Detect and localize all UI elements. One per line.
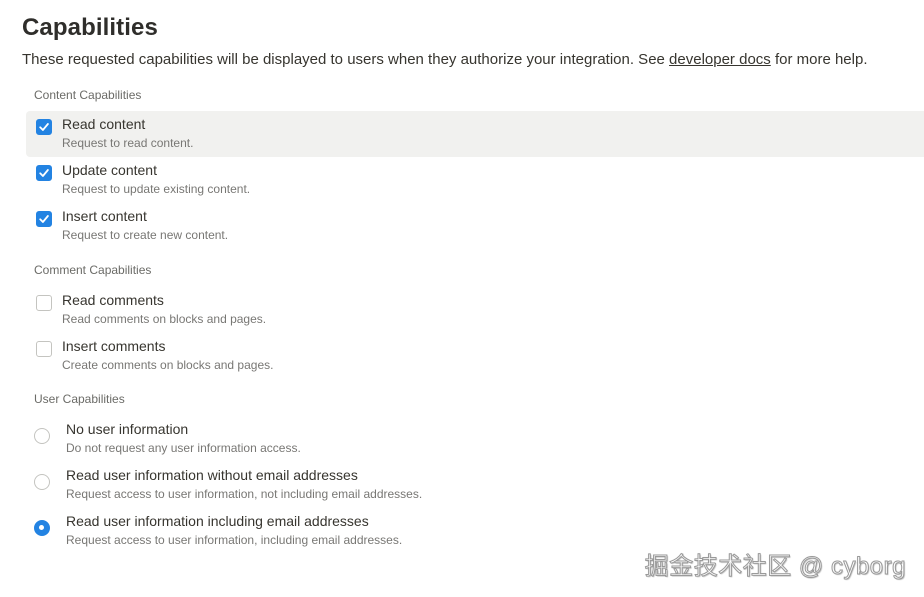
read-user-info-without-email-radio[interactable] (34, 474, 50, 490)
insert-comments-checkbox[interactable] (36, 341, 52, 357)
option-title: Read comments (62, 292, 164, 308)
option-title: Insert content (62, 208, 147, 224)
option-title: No user information (66, 421, 189, 437)
option-title: Update content (62, 162, 157, 178)
section-label-content: Content Capabilities (34, 88, 142, 102)
checkmark-icon (39, 123, 49, 131)
option-title: Read content (62, 116, 146, 132)
option-read-comments[interactable]: Read comments Read comments on blocks an… (26, 287, 924, 333)
section-label-comment: Comment Capabilities (34, 263, 152, 277)
checkmark-icon (39, 169, 49, 177)
option-update-content[interactable]: Update content Request to update existin… (26, 157, 924, 203)
option-no-user-info[interactable]: No user information Do not request any u… (26, 416, 924, 462)
watermark: 掘金技术社区 @ cyborg (644, 553, 906, 581)
option-description: Create comments on blocks and pages. (62, 358, 274, 372)
option-title: Read user information including email ad… (66, 513, 369, 529)
update-content-checkbox[interactable] (36, 165, 52, 181)
page-title: Capabilities (22, 14, 158, 41)
option-description: Request to update existing content. (62, 182, 251, 196)
option-description: Request access to user information, incl… (66, 533, 403, 547)
option-description: Request to create new content. (62, 228, 229, 242)
read-content-checkbox[interactable] (36, 119, 52, 135)
intro-text: These requested capabilities will be dis… (22, 51, 868, 68)
option-description: Request access to user information, not … (66, 487, 423, 501)
option-title: Read user information without email addr… (66, 467, 358, 483)
no-user-info-radio[interactable] (34, 428, 50, 444)
section-label-user: User Capabilities (34, 392, 125, 406)
checkmark-icon (39, 215, 49, 223)
option-read-content[interactable]: Read content Request to read content. (26, 111, 924, 157)
option-description: Read comments on blocks and pages. (62, 312, 267, 326)
option-title: Insert comments (62, 338, 166, 354)
insert-content-checkbox[interactable] (36, 211, 52, 227)
option-description: Request to read content. (62, 136, 194, 150)
developer-docs-link[interactable]: developer docs (669, 51, 771, 68)
intro-text-before: These requested capabilities will be dis… (22, 51, 670, 68)
read-user-info-with-email-radio[interactable] (34, 520, 50, 536)
option-description: Do not request any user information acce… (66, 441, 301, 455)
option-insert-comments[interactable]: Insert comments Create comments on block… (26, 333, 924, 379)
read-comments-checkbox[interactable] (36, 295, 52, 311)
option-read-user-info-without-email[interactable]: Read user information without email addr… (26, 462, 924, 508)
intro-text-after: for more help. (770, 51, 868, 68)
option-insert-content[interactable]: Insert content Request to create new con… (26, 203, 924, 249)
